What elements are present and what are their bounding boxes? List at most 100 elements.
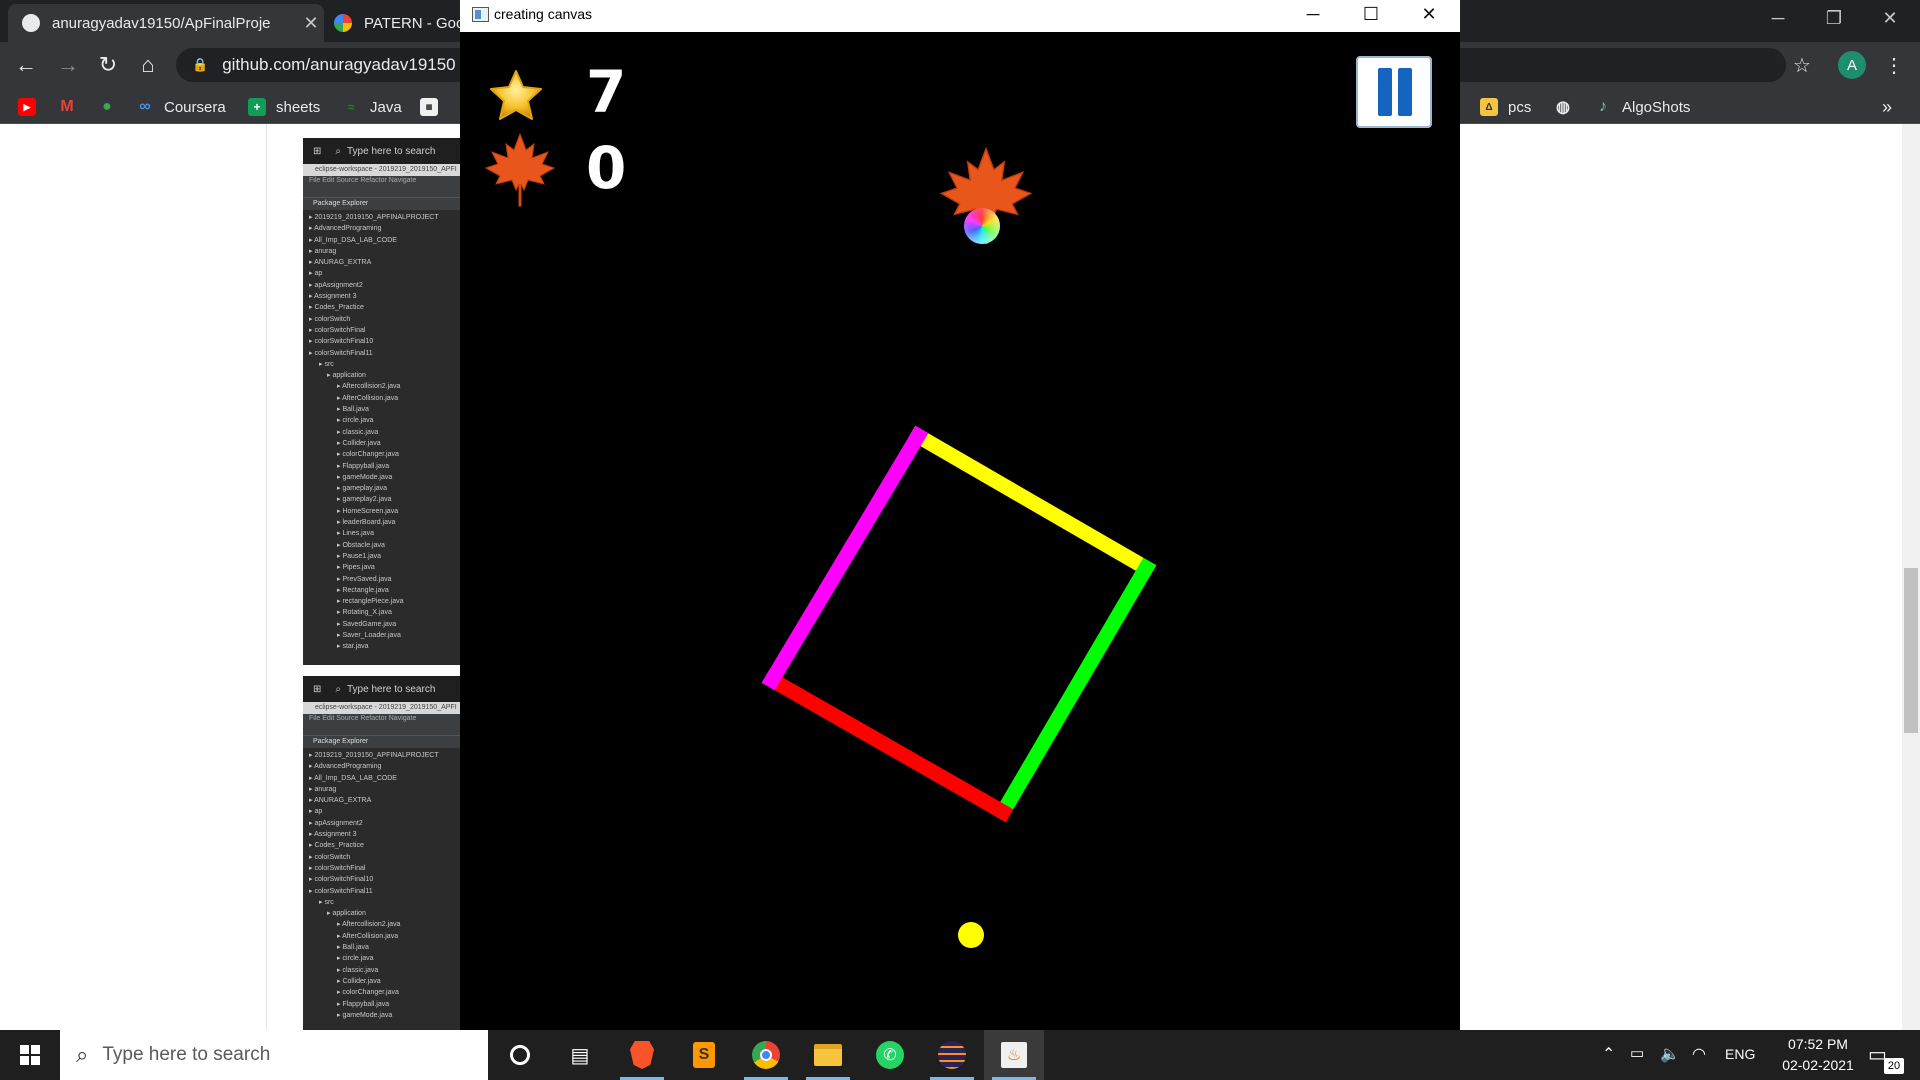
search-icon: ⌕ [335,683,341,695]
eclipse-title: eclipse-workspace - 2019219_2019150_APFI [303,164,460,176]
tree-item: ▸ Aftercollision2.java [337,383,401,391]
maximize-icon[interactable]: ☐ [1342,0,1400,28]
bookmark-backpack[interactable]: ▦ [420,96,448,118]
tree-item: ▸ Codes_Practice [309,304,364,312]
tree-item: ▸ application [327,372,366,380]
square-side-right [992,557,1157,823]
youtube-icon: ▶ [18,98,36,116]
bookmark-coursera[interactable]: ∞ Coursera [136,96,225,118]
bookmark-sheets[interactable]: + sheets [248,96,320,118]
screenshot-thumbnail-bottom: ⊞ ⌕ Type here to search eclipse-workspac… [303,676,460,1030]
tree-item: ▸ colorSwitchFinal [309,326,366,334]
search-icon: ⌕ [335,145,341,157]
bookmark-globe[interactable]: ◍ [1554,96,1582,118]
sheets-icon: + [248,98,266,116]
bookmark-maps[interactable]: ● [98,96,126,118]
show-hidden-icons-icon[interactable]: ⌃ [1602,1044,1615,1064]
minimize-icon[interactable]: ─ [1284,0,1342,28]
address-text: github.com/anuragyadav19150 [222,55,456,74]
tree-item: ▸ colorSwitchFinal11 [309,887,373,895]
backpack-icon: ▦ [420,98,438,116]
close-icon[interactable]: ✕ [1400,0,1458,28]
tab-github[interactable]: anuragyadav19150/ApFinalProje ✕ [8,4,324,42]
eclipse-toolbar [303,724,460,736]
reload-icon[interactable]: ↻ [90,47,126,83]
package-tree: ▸ 2019219_2019150_APFINALPROJECT ▸ Advanc… [303,210,460,653]
sublime-icon[interactable]: S [674,1030,734,1080]
tree-item: ▸ Flappyball.java [337,1000,390,1008]
whatsapp-icon[interactable]: ✆ [860,1030,920,1080]
tree-item: ▸ Collider.java [337,439,381,447]
tab-label: anuragyadav19150/ApFinalProje [52,14,271,32]
tree-item: ▸ colorChanger.java [337,451,399,459]
clock-time[interactable]: 07:52 PM [1768,1036,1868,1052]
clock-date[interactable]: 02-02-2021 [1768,1057,1868,1073]
java-icon: ≈ [347,100,355,114]
start-button[interactable] [0,1030,60,1080]
tree-item: ▸ AfterCollision.java [337,932,399,940]
close-icon[interactable]: ✕ [1862,0,1918,36]
tree-item: ▸ Pause1.java [337,552,381,560]
tree-item: ▸ 2019219_2019150_APFINALPROJECT [309,214,439,221]
tree-item: ▸ ANURAG_EXTRA [309,259,372,267]
bookmark-label: pcs [1508,98,1532,116]
back-icon[interactable]: ← [8,47,44,83]
brave-icon[interactable] [612,1030,672,1080]
eclipse-menu: File Edit Source Refactor Navigate [303,714,460,724]
package-explorer-header: Package Explorer [303,198,460,210]
windows-taskbar: ⌕ Type here to search ▤ S ✆ ♨ ⌃ ▭ 🔈 ◠ EN… [0,1030,1920,1080]
windows-logo-icon [20,1045,40,1065]
chrome-icon[interactable] [736,1030,796,1080]
eclipse-toolbar [303,186,460,198]
square-side-bottom [761,669,1014,823]
minimize-icon[interactable]: ─ [1750,0,1806,36]
tab-google[interactable]: PATERN - Googl [320,4,470,42]
tree-item: ▸ colorChanger.java [337,989,399,997]
tree-item: ▸ ap [309,270,323,278]
eclipse-menu: File Edit Source Refactor Navigate [303,176,460,186]
game-title-bar: creating canvas ─ ☐ ✕ [460,0,1460,32]
tree-item: ▸ colorSwitchFinal10 [309,876,374,884]
bookmark-pcs[interactable]: Δ pcs [1480,96,1531,118]
battery-icon[interactable]: ▭ [1630,1044,1644,1062]
pcs-icon: Δ [1480,98,1498,116]
tree-item: ▸ 2019219_2019150_APFINALPROJECT [309,752,439,759]
bookmark-gmail[interactable]: M [58,96,86,118]
package-explorer-header: Package Explorer [303,736,460,748]
forward-icon[interactable]: → [50,47,86,83]
tree-item: ▸ colorSwitchFinal [309,864,366,872]
bookmark-star-icon[interactable]: ☆ [1784,47,1820,83]
language-indicator[interactable]: ENG [1725,1046,1755,1062]
square-side-left [761,425,929,691]
bookmark-youtube[interactable]: ▶ [18,96,46,118]
thumbnail-taskbar: ⊞ ⌕ Type here to search [303,676,460,702]
bookmarks-overflow-button[interactable]: » [1882,96,1892,118]
bookmark-label: AlgoShots [1622,98,1691,116]
taskbar-search[interactable]: ⌕ Type here to search [60,1030,488,1080]
task-view-icon[interactable]: ▤ [550,1030,610,1080]
cortana-icon[interactable] [490,1030,550,1080]
game-canvas[interactable]: 7 0 [460,32,1460,1030]
avatar[interactable]: A [1838,51,1866,79]
tree-item: ▸ classic.java [337,428,379,436]
restore-icon[interactable]: ❐ [1806,0,1862,36]
file-explorer-icon[interactable] [798,1030,858,1080]
coursera-icon: ∞ [139,98,151,115]
eclipse-icon[interactable] [922,1030,982,1080]
volume-icon[interactable]: 🔈 [1660,1044,1680,1064]
windows-logo-icon: ⊞ [313,683,322,695]
divider [266,124,267,1030]
bookmark-java[interactable]: ≈ Java [342,96,402,118]
notification-badge: 20 [1884,1058,1904,1074]
wifi-icon[interactable]: ◠ [1692,1044,1706,1064]
tree-item: ▸ apAssignment2 [309,819,363,827]
home-icon[interactable]: ⌂ [130,47,166,83]
tree-item: ▸ anurag [309,247,337,255]
google-icon [334,14,352,32]
java-icon[interactable]: ♨ [984,1030,1044,1080]
menu-icon[interactable]: ⋮ [1876,47,1912,83]
scrollbar-thumb[interactable] [1904,568,1918,733]
tree-item: ▸ Obstacle.java [337,541,385,549]
bookmark-algoshots[interactable]: ♪ AlgoShots [1594,96,1690,118]
player-ball [958,922,984,948]
